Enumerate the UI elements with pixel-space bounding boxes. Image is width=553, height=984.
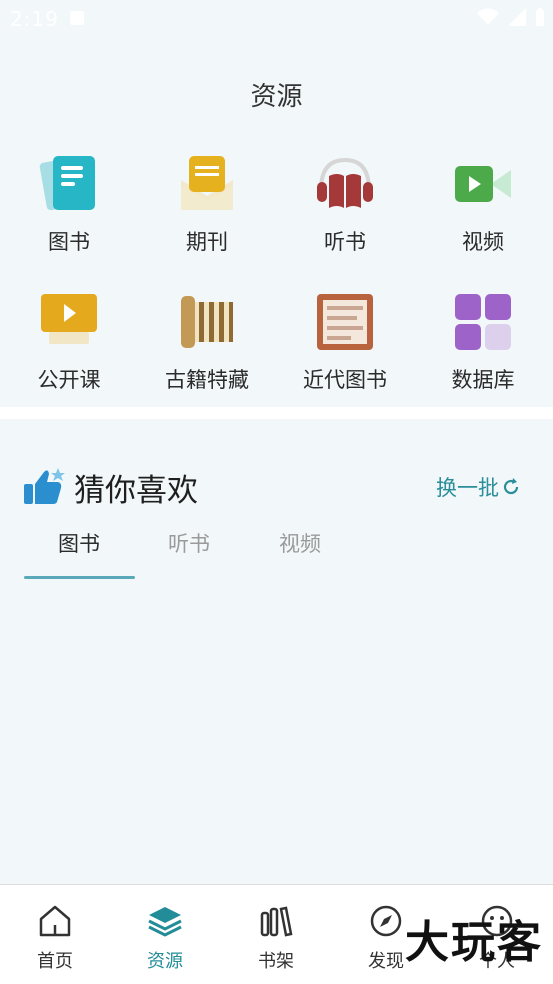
nav-home[interactable]: 首页	[0, 903, 110, 973]
recommend-tabs: 图书 听书 视频	[24, 528, 444, 580]
nav-home-label: 首页	[37, 951, 73, 972]
compass-icon	[370, 905, 402, 937]
resource-modern-books[interactable]: 近代图书	[276, 290, 414, 402]
nav-resources[interactable]: 资源	[110, 903, 220, 973]
tab-audiobooks[interactable]: 听书	[134, 528, 244, 558]
notification-icon	[70, 11, 84, 25]
wifi-icon	[476, 8, 499, 25]
bookshelf-icon	[260, 906, 293, 937]
resource-database-label: 数据库	[451, 368, 515, 392]
journal-icon	[181, 156, 233, 210]
video-camera-icon	[455, 166, 511, 202]
resource-video[interactable]: 视频	[414, 152, 552, 264]
tab-books[interactable]: 图书	[24, 528, 134, 558]
resource-database[interactable]: 数据库	[414, 290, 552, 402]
recommend-header: 猜你喜欢 换一批	[0, 460, 553, 510]
resource-audiobook-label: 听书	[324, 230, 366, 254]
tab-indicator	[24, 576, 135, 579]
database-grid-icon	[455, 294, 511, 350]
headphones-icon	[317, 157, 373, 208]
resource-modern-books-label: 近代图书	[303, 368, 387, 392]
tab-videos[interactable]: 视频	[245, 528, 355, 558]
modern-books-icon	[317, 294, 373, 350]
status-icons	[473, 8, 545, 27]
resource-ancient-books[interactable]: 古籍特藏	[138, 290, 276, 402]
resource-book[interactable]: 图书	[0, 152, 138, 264]
resource-journal-label: 期刊	[186, 230, 228, 254]
battery-icon	[536, 8, 544, 26]
refresh-button[interactable]: 换一批	[436, 472, 521, 502]
open-course-icon	[41, 294, 97, 344]
resource-book-label: 图书	[48, 230, 90, 254]
nav-bookshelf-label: 书架	[258, 951, 294, 972]
recommend-title: 猜你喜欢	[74, 473, 198, 509]
refresh-label: 换一批	[436, 476, 499, 500]
page-title: 资源	[250, 82, 303, 112]
layers-icon	[148, 907, 182, 937]
status-bar: 2:19	[0, 0, 553, 36]
ancient-books-icon	[181, 296, 233, 348]
resource-video-label: 视频	[462, 230, 504, 254]
nav-resources-label: 资源	[147, 951, 183, 972]
resource-open-course[interactable]: 公开课	[0, 290, 138, 402]
resource-journal[interactable]: 期刊	[138, 152, 276, 264]
resource-audiobook[interactable]: 听书	[276, 152, 414, 264]
resource-open-course-label: 公开课	[37, 368, 101, 392]
nav-bookshelf[interactable]: 书架	[221, 903, 331, 973]
signal-icon	[507, 8, 526, 26]
section-divider	[0, 407, 553, 419]
thumbs-up-icon	[24, 468, 65, 504]
book-icon	[39, 156, 95, 211]
resource-ancient-books-label: 古籍特藏	[165, 368, 249, 392]
home-icon	[39, 905, 71, 937]
status-time: 2:19	[10, 7, 59, 31]
refresh-icon	[503, 478, 519, 495]
watermark: 大玩客	[405, 917, 543, 968]
